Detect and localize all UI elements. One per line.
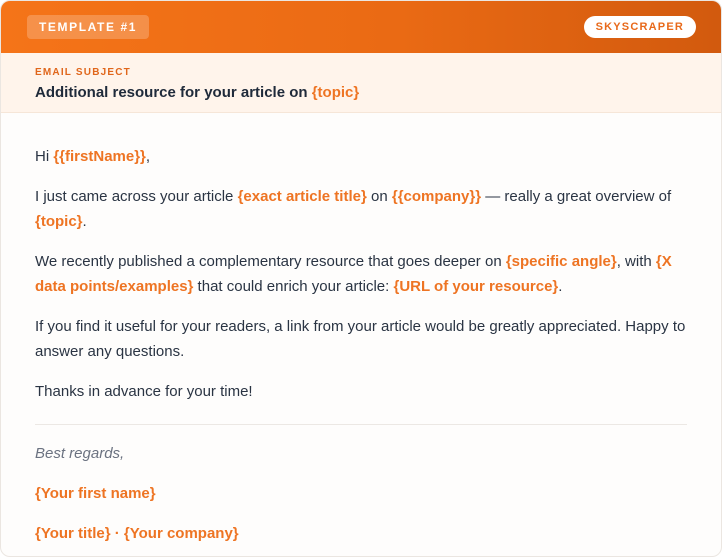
para2-text-2: , with: [616, 253, 656, 270]
signature-title-company-placeholder: {Your title} · {Your company}: [35, 525, 239, 542]
para2-text-1: We recently published a complementary re…: [35, 253, 506, 270]
email-subject-label: EMAIL SUBJECT: [35, 67, 131, 78]
para1-text-2: on: [366, 188, 392, 205]
company-placeholder: {{company}}: [391, 188, 482, 205]
para2-text-3: that could enrich your article:: [193, 278, 394, 295]
email-template-card: TEMPLATE #1 SKYSCRAPER EMAIL SUBJECT Add…: [0, 0, 722, 557]
template-type-badge: SKYSCRAPER: [583, 16, 696, 38]
paragraph-thanks: Thanks in advance for your time!: [35, 383, 253, 400]
para1-text-1: I just came across your article: [35, 188, 238, 205]
signature-name-placeholder: {Your first name}: [35, 485, 156, 502]
signature-closing: Best regards,: [35, 445, 125, 462]
paragraph-request: If you find it useful for your readers, …: [35, 318, 686, 360]
signature-block: Best regards, {Your first name} {Your ti…: [35, 425, 687, 546]
topic-placeholder: {topic}: [35, 213, 83, 230]
subject-text: Additional resource for your article on: [35, 84, 312, 101]
para2-text-4: .: [558, 278, 563, 295]
greeting-prefix: Hi: [35, 148, 54, 165]
paragraph-intro: I just came across your article {exact a…: [35, 184, 687, 234]
specific-angle-placeholder: {specific angle}: [505, 253, 617, 270]
article-title-placeholder: {exact article title}: [237, 188, 367, 205]
email-subject-section: EMAIL SUBJECT Additional resource for yo…: [1, 53, 721, 113]
template-number-badge: TEMPLATE #1: [27, 15, 150, 39]
email-body: Hi {{firstName}}, I just came across you…: [1, 113, 721, 546]
paragraph-resource: We recently published a complementary re…: [35, 249, 687, 299]
first-name-placeholder: {{firstName}}: [53, 148, 146, 165]
resource-url-placeholder: {URL of your resource}: [393, 278, 559, 295]
template-header: TEMPLATE #1 SKYSCRAPER: [1, 1, 721, 53]
greeting: Hi {{firstName}},: [35, 144, 687, 169]
email-subject-line: Additional resource for your article on …: [35, 83, 687, 103]
para1-text-3: — really a great overview of: [481, 188, 672, 205]
greeting-suffix: ,: [145, 148, 151, 165]
para1-text-4: .: [82, 213, 87, 230]
subject-placeholder: {topic}: [311, 84, 360, 101]
